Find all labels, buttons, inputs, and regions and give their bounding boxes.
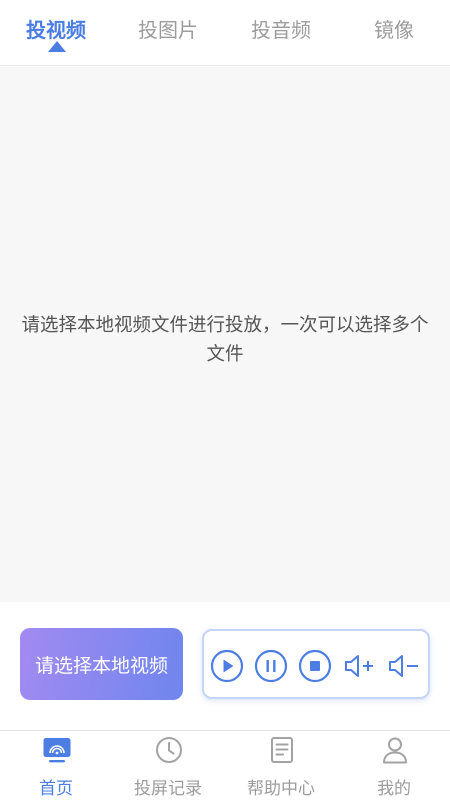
empty-state-message: 请选择本地视频文件进行投放，一次可以选择多个 文件 (0, 311, 450, 369)
volume-down-icon[interactable] (386, 649, 420, 683)
empty-state-line-2: 文件 (206, 344, 244, 365)
nav-label-cast-history: 投屏记录 (134, 779, 202, 799)
select-local-video-button[interactable]: 请选择本地视频 (20, 628, 183, 700)
control-panel: 请选择本地视频 (0, 602, 450, 730)
empty-state-line-1: 请选择本地视频文件进行投放，一次可以选择多个 (21, 315, 429, 336)
play-icon[interactable] (210, 649, 244, 683)
document-icon (267, 735, 297, 765)
bottom-navigation: 首页 投屏记录 帮助中心 我的 (0, 730, 450, 800)
nav-item-home[interactable]: 首页 (0, 731, 112, 800)
nav-label-home: 首页 (39, 779, 73, 799)
cast-screen-icon (42, 735, 72, 765)
nav-label-help-center: 帮助中心 (247, 779, 315, 799)
nav-label-profile: 我的 (377, 779, 411, 799)
volume-up-icon[interactable] (342, 649, 376, 683)
tab-cast-video[interactable]: 投视频 (0, 14, 112, 43)
active-tab-indicator (48, 41, 66, 52)
tab-cast-image[interactable]: 投图片 (112, 14, 224, 43)
pause-icon[interactable] (254, 649, 288, 683)
playback-controls (202, 629, 430, 699)
top-tab-bar: 投视频 投图片 投音频 镜像 (0, 0, 450, 66)
nav-item-help-center[interactable]: 帮助中心 (225, 731, 337, 800)
video-list-area: 请选择本地视频文件进行投放，一次可以选择多个 文件 (0, 67, 450, 602)
tab-cast-audio[interactable]: 投音频 (225, 14, 337, 43)
clock-icon (154, 735, 184, 765)
user-icon (380, 735, 410, 765)
nav-item-profile[interactable]: 我的 (338, 731, 450, 800)
tab-mirror[interactable]: 镜像 (338, 14, 450, 43)
nav-item-cast-history[interactable]: 投屏记录 (112, 731, 224, 800)
stop-icon[interactable] (298, 649, 332, 683)
